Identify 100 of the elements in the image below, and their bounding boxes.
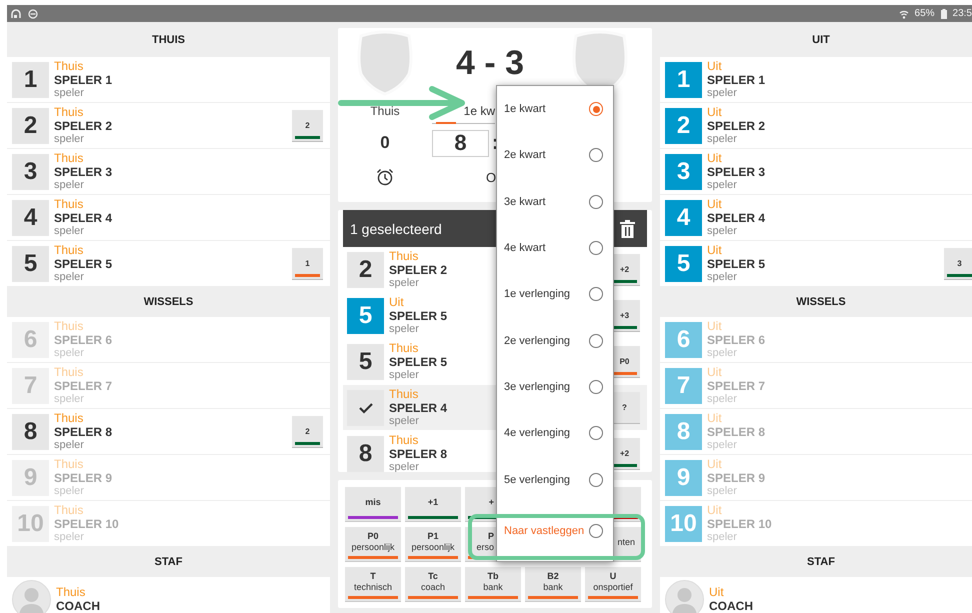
player-role: speler <box>707 439 737 451</box>
shirt-number: 8 <box>12 414 49 450</box>
radio-button[interactable] <box>589 334 603 348</box>
player-name: SPELER 9 <box>707 471 766 485</box>
section-title: STAF <box>806 555 836 570</box>
player-row[interactable]: 1 Uit SPELER 1 speler <box>660 57 972 102</box>
team-label: Uit <box>707 366 722 379</box>
radio-button[interactable] <box>589 472 603 487</box>
player-name: SPELER 7 <box>707 379 766 393</box>
team-label: Uit <box>707 152 722 165</box>
team-label: Uit <box>709 586 724 599</box>
player-row[interactable]: 2 Uit SPELER 2 speler <box>660 103 972 148</box>
player-role: speler <box>707 347 737 359</box>
player-row[interactable]: 3 Uit SPELER 3 speler <box>660 149 972 194</box>
radio-button[interactable] <box>589 380 603 394</box>
action-button[interactable]: +1 <box>405 487 461 522</box>
action-button[interactable]: B2 bank <box>525 567 581 602</box>
alarm-clock-icon[interactable] <box>376 168 394 186</box>
shirt-number: 2 <box>12 108 49 144</box>
player-role: speler <box>389 415 419 427</box>
team-label: Thuis <box>389 250 418 263</box>
radio-button[interactable] <box>589 426 603 440</box>
player-name: SPELER 5 <box>389 355 448 369</box>
staff-row[interactable]: Thuis COACH <box>7 577 330 613</box>
player-row[interactable]: 4 Uit SPELER 4 speler <box>660 195 972 240</box>
player-role: speler <box>707 87 737 99</box>
team-label: Thuis <box>54 412 84 425</box>
shirt-number: 4 <box>665 200 702 236</box>
radio-button[interactable] <box>589 287 603 302</box>
team-label: Thuis <box>389 388 418 401</box>
player-role: speler <box>389 277 419 289</box>
player-row[interactable]: 1 Thuis SPELER 1 speler <box>7 57 330 102</box>
stat-badge[interactable]: 2 <box>292 416 323 448</box>
player-role: speler <box>707 133 737 145</box>
shirt-number: 2 <box>665 108 702 144</box>
player-name: SPELER 7 <box>54 379 112 393</box>
stat-badge[interactable]: 1 <box>292 248 323 280</box>
player-name: SPELER 9 <box>54 471 112 485</box>
player-name: SPELER 6 <box>54 333 112 347</box>
player-name: SPELER 5 <box>707 257 766 271</box>
shirt-number: 7 <box>665 368 702 404</box>
player-role: speler <box>707 393 737 405</box>
player-role: speler <box>707 271 737 283</box>
wifi-icon <box>898 8 909 18</box>
stat-badge[interactable]: 3 <box>944 248 972 280</box>
radio-button[interactable] <box>589 102 603 116</box>
player-role: speler <box>707 531 737 543</box>
action-button[interactable]: mis <box>345 487 401 522</box>
player-name: SPELER 2 <box>389 263 448 277</box>
player-name: SPELER 6 <box>707 333 766 347</box>
player-name: SPELER 8 <box>707 425 766 439</box>
shirt-number: 8 <box>665 414 702 450</box>
stat-value: 2 <box>305 426 310 436</box>
trash-icon[interactable] <box>620 220 635 238</box>
stat-badge[interactable]: 2 <box>292 110 323 142</box>
period-dropdown[interactable]: 1e kw <box>432 98 495 124</box>
staff-name: COACH <box>56 599 100 613</box>
radio-button[interactable] <box>589 148 603 162</box>
action-button[interactable]: U onsportief <box>585 567 641 602</box>
staff-row[interactable]: Uit COACH <box>660 577 972 613</box>
player-row[interactable]: 2 Thuis SPELER 2 speler 2 <box>7 103 330 148</box>
timer-field[interactable]: 8 <box>432 130 489 156</box>
period-option[interactable]: 3e kwart <box>497 178 613 225</box>
player-row[interactable]: 5 Uit SPELER 5 speler 3 <box>660 241 972 286</box>
player-row[interactable]: 5 Thuis SPELER 5 speler 1 <box>7 241 330 286</box>
action-button[interactable]: P0 persoonlijk <box>345 527 401 562</box>
shirt-number: 2 <box>347 252 384 288</box>
action-button[interactable]: P1 persoonlijk <box>405 527 461 562</box>
player-row[interactable]: 4 Thuis SPELER 4 speler <box>7 195 330 240</box>
player-role: speler <box>54 87 84 99</box>
radio-button[interactable] <box>589 524 603 538</box>
radio-button[interactable] <box>589 194 603 209</box>
player-role: speler <box>54 271 84 283</box>
period-option[interactable]: 2e kwart <box>497 132 613 179</box>
player-name: SPELER 10 <box>54 517 119 531</box>
player-role: speler <box>707 179 737 191</box>
player-role: speler <box>54 439 84 451</box>
radio-button[interactable] <box>589 241 603 256</box>
shirt-number: 1 <box>665 62 702 98</box>
team-label: Thuis <box>54 458 84 471</box>
player-name: SPELER 3 <box>54 165 112 179</box>
period-option[interactable]: 1e kwart <box>497 86 613 132</box>
action-button[interactable]: Tb bank <box>465 567 521 602</box>
action-button[interactable]: Tc coach <box>405 567 461 602</box>
stat-value: ? <box>622 402 627 412</box>
stat-value: 2 <box>305 120 310 130</box>
team-name: Thuis <box>370 104 400 118</box>
player-row[interactable]: 8 Thuis SPELER 8 speler 2 <box>7 409 330 454</box>
player-role: speler <box>54 531 84 543</box>
team-label: Uit <box>707 504 722 517</box>
player-name: SPELER 5 <box>54 257 112 271</box>
player-role: speler <box>54 485 84 497</box>
section-title: WISSELS <box>142 295 194 310</box>
shirt-number: 4 <box>12 200 49 236</box>
team-label: Thuis <box>54 320 84 333</box>
player-row[interactable]: 3 Thuis SPELER 3 speler <box>7 149 330 194</box>
minus-circle-icon <box>28 8 38 18</box>
stat-value: +3 <box>620 310 630 320</box>
action-button[interactable]: T technisch <box>345 567 401 602</box>
player-role: speler <box>54 133 84 145</box>
